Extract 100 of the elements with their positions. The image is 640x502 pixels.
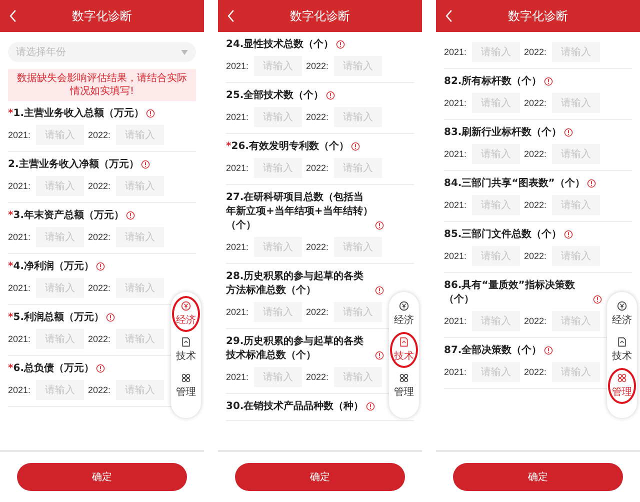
- year-label: 2021:: [226, 307, 250, 317]
- question-label: 27.在研科研项目总数（包括当年新立项+当年结项+当年结转）（个）: [226, 191, 373, 233]
- nav-tab[interactable]: 经济: [390, 296, 418, 332]
- year-label: 2021:: [444, 251, 468, 261]
- confirm-button[interactable]: 确定: [453, 463, 623, 491]
- nav-tab[interactable]: 经济: [172, 296, 200, 332]
- highlight-circle: [390, 332, 418, 368]
- info-icon[interactable]: [350, 142, 360, 151]
- caret-icon: [181, 50, 188, 54]
- year-label: 2022:: [88, 181, 112, 191]
- back-icon[interactable]: [227, 9, 235, 23]
- info-icon[interactable]: [126, 211, 135, 220]
- year-label: 2022:: [88, 385, 112, 395]
- info-icon[interactable]: [146, 109, 155, 118]
- document-icon: [399, 337, 409, 347]
- confirm-button[interactable]: 确定: [235, 463, 405, 491]
- question-label: *26.有效发明专利数（个）: [226, 140, 349, 154]
- page-title: 数字化诊断: [72, 8, 132, 24]
- nav-tab[interactable]: 管理: [608, 368, 636, 404]
- question-label: 2.主营业务收入净额（万元）: [8, 158, 139, 172]
- grid-icon: [181, 373, 191, 383]
- question-label: 83.刷新行业标杆数（个）: [444, 126, 562, 140]
- year-label: 2022:: [524, 251, 548, 261]
- info-icon[interactable]: [564, 128, 573, 137]
- year-label: 2022:: [306, 242, 330, 252]
- question-label: *6.总负债（万元）: [8, 362, 94, 376]
- year-label: 2021:: [8, 283, 32, 293]
- year-label: 2021:: [444, 47, 468, 57]
- question-label: 82.所有标杆数（个）: [444, 75, 542, 89]
- year-label: 2021:: [226, 242, 250, 252]
- question-label: 85.三部门文件总数（个）: [444, 228, 562, 242]
- question-label: 87.全部决策数（个）: [444, 344, 542, 358]
- year-label: 2021:: [8, 181, 32, 191]
- question-label: *5.利润总额（万元）: [8, 311, 104, 325]
- info-icon[interactable]: [544, 346, 553, 355]
- question-label: *4.净利润（万元）: [8, 260, 94, 274]
- info-icon[interactable]: [375, 286, 384, 295]
- page-title: 数字化诊断: [290, 8, 350, 24]
- question-label: *3.年末资产总额（万元）: [8, 209, 124, 223]
- year-label: 2021:: [444, 367, 468, 377]
- year-label: 2022:: [88, 334, 112, 344]
- grid-icon: [399, 373, 409, 383]
- nav-tab[interactable]: 管理: [390, 368, 418, 404]
- document-icon: [617, 337, 627, 347]
- nav-tab[interactable]: 技术: [390, 332, 418, 368]
- info-icon[interactable]: [96, 262, 105, 271]
- year-label: 2021:: [8, 130, 32, 140]
- year-label: 2022:: [524, 47, 548, 57]
- question-label: 24.显性技术总数（个）: [226, 38, 334, 52]
- back-icon[interactable]: [445, 9, 453, 23]
- info-icon[interactable]: [366, 402, 375, 411]
- year-label: 2022:: [306, 112, 330, 122]
- info-icon[interactable]: [593, 295, 602, 304]
- info-icon[interactable]: [586, 179, 596, 188]
- year-label: 2021:: [444, 98, 468, 108]
- info-icon[interactable]: [140, 160, 150, 169]
- year-label: 2021:: [444, 149, 468, 159]
- year-label: 2021:: [8, 385, 32, 395]
- info-icon[interactable]: [326, 91, 335, 100]
- year-label: 2021:: [444, 200, 468, 210]
- year-label: 2021:: [8, 334, 32, 344]
- year-label: 2021:: [226, 61, 250, 71]
- question-label: 84.三部门共享“图表数”（个）: [444, 177, 585, 191]
- year-label: 2021:: [8, 232, 32, 242]
- question-label: 86.具有“量质效”指标决策数（个）: [444, 279, 576, 307]
- year-label: 2022:: [306, 61, 330, 71]
- question-label: 25.全部技术数（个）: [226, 89, 324, 103]
- info-icon[interactable]: [375, 351, 384, 360]
- coin-icon: [399, 301, 409, 311]
- year-label: 2022:: [524, 149, 548, 159]
- year-label: 2022:: [88, 130, 112, 140]
- question-label: *1.主营业务收入总额（万元）: [8, 107, 144, 121]
- question-label: 30.在销技术产品品种数（种）: [226, 400, 364, 414]
- info-icon[interactable]: [375, 221, 384, 230]
- year-label: 2022:: [306, 307, 330, 317]
- confirm-button[interactable]: 确定: [17, 463, 187, 491]
- info-icon[interactable]: [544, 77, 553, 86]
- page-title: 数字化诊断: [508, 8, 568, 24]
- info-icon[interactable]: [96, 364, 105, 373]
- info-icon[interactable]: [564, 230, 573, 239]
- document-icon: [181, 337, 191, 347]
- coin-icon: [181, 301, 191, 311]
- info-icon[interactable]: [336, 40, 345, 49]
- back-icon[interactable]: [9, 9, 17, 23]
- info-icon[interactable]: [106, 313, 115, 322]
- year-label: 2022:: [524, 200, 548, 210]
- nav-tab[interactable]: 技术: [172, 332, 200, 368]
- nav-tab[interactable]: 经济: [608, 296, 636, 332]
- year-label: 2022:: [306, 372, 330, 382]
- warning-notice: 数据缺失会影响评估结果，请结合实际情况如实填写!: [8, 69, 196, 101]
- year-label: 2021:: [444, 316, 468, 326]
- year-label: 2022:: [524, 98, 548, 108]
- year-label: 2022:: [524, 316, 548, 326]
- nav-tab[interactable]: 管理: [172, 368, 200, 404]
- highlight-circle: [608, 368, 636, 404]
- highlight-circle: [172, 296, 200, 332]
- year-label: 2021:: [226, 372, 250, 382]
- year-label: 2022:: [88, 232, 112, 242]
- nav-tab[interactable]: 技术: [608, 332, 636, 368]
- grid-icon: [617, 373, 627, 383]
